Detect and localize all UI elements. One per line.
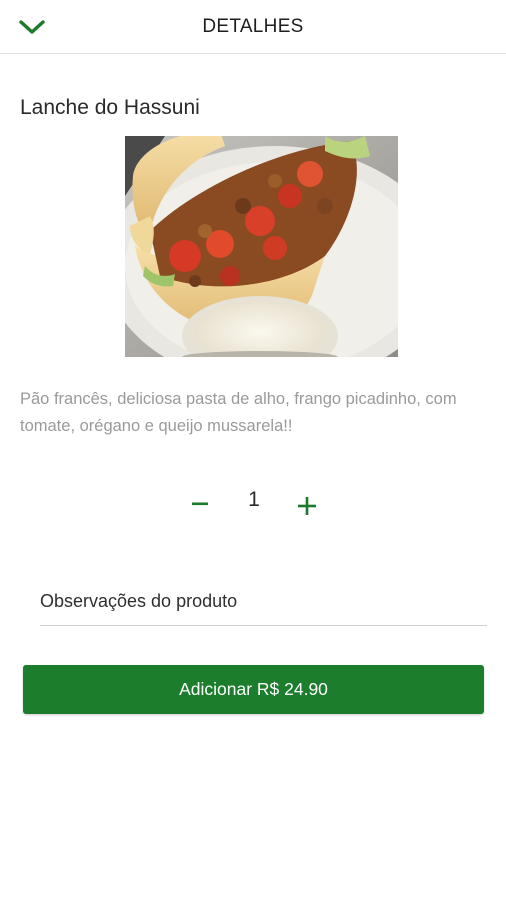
- increase-quantity-button[interactable]: [293, 490, 321, 522]
- plus-icon: [298, 497, 316, 515]
- product-details-screen: DETALHES Lanche do Hassuni Pão francês, …: [0, 0, 506, 900]
- decrease-quantity-button[interactable]: [186, 488, 214, 520]
- product-notes-input[interactable]: [40, 578, 487, 626]
- quantity-stepper: 1: [0, 484, 506, 524]
- quantity-value: 1: [248, 488, 260, 511]
- minus-icon: [192, 502, 208, 506]
- page-title: DETALHES: [202, 16, 304, 37]
- product-description: Pão francês, deliciosa pasta de alho, fr…: [20, 390, 457, 435]
- header: DETALHES: [0, 0, 506, 54]
- product-name: Lanche do Hassuni: [20, 96, 200, 119]
- product-image: [125, 136, 398, 357]
- add-to-cart-button[interactable]: Adicionar R$ 24.90: [23, 665, 484, 714]
